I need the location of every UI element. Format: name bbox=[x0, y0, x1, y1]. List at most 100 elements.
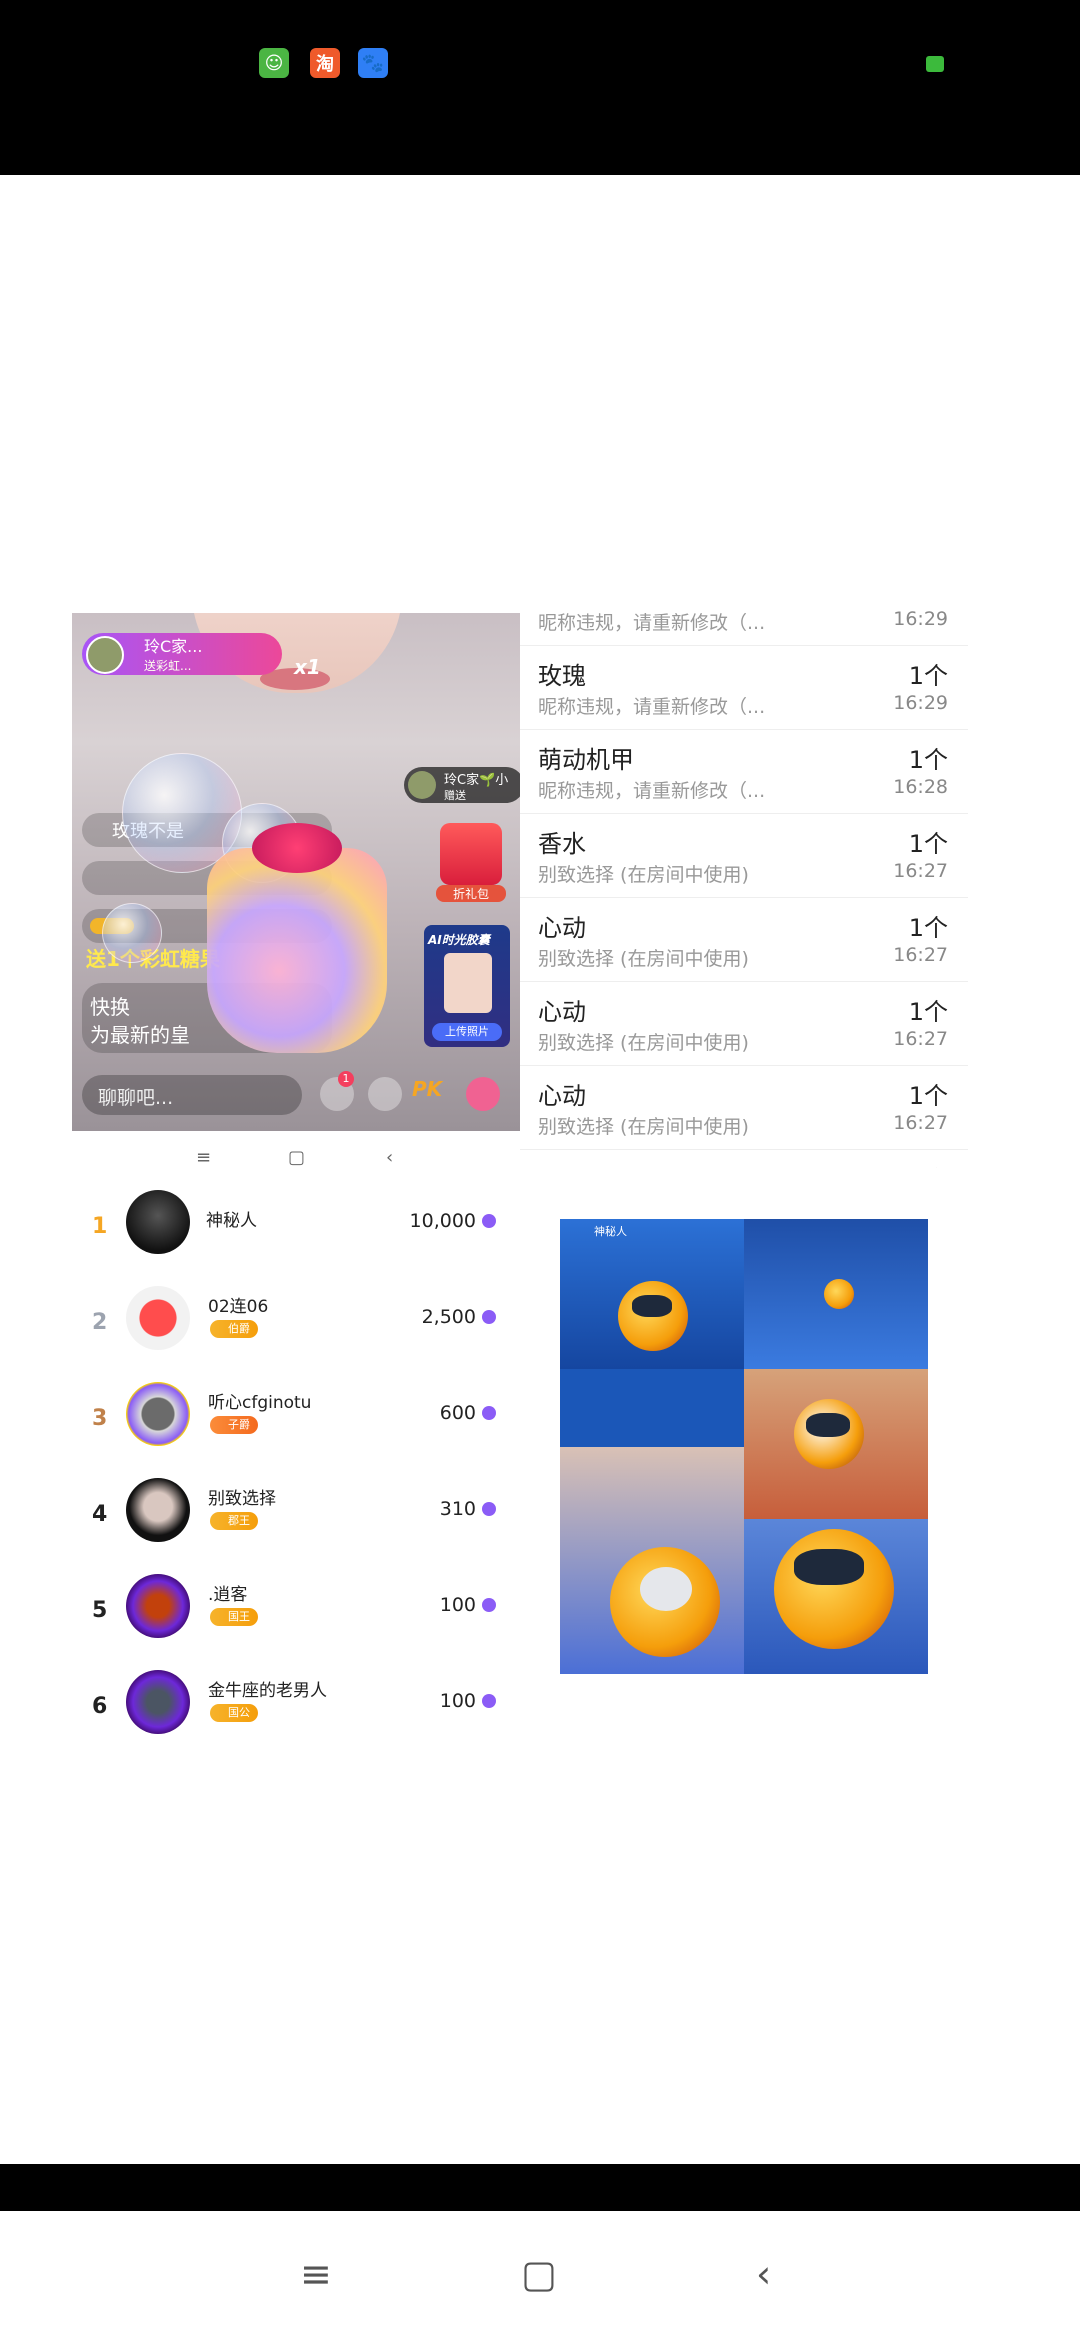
avatar bbox=[126, 1478, 190, 1542]
rank-badge: 郡王 bbox=[210, 1512, 258, 1530]
gift-name: 香水 bbox=[538, 830, 586, 858]
rank-number: 5 bbox=[92, 1598, 108, 1623]
gift-description: 送彩虹... bbox=[144, 659, 192, 673]
back-icon[interactable]: ‹ bbox=[756, 2254, 771, 2294]
robot-image bbox=[774, 1529, 894, 1649]
rank-badge: 国公 bbox=[210, 1704, 258, 1722]
list-item[interactable]: 昵称违规，请重新修改（... 16:29 bbox=[520, 608, 968, 646]
gift-multiplier: x1 bbox=[294, 655, 321, 679]
gem-icon bbox=[482, 1214, 496, 1228]
list-item[interactable]: 萌动机甲 昵称违规，请重新修改（... 1个 16:28 bbox=[520, 730, 968, 814]
record-time: 16:27 bbox=[893, 860, 948, 882]
home-icon[interactable]: ▢ bbox=[521, 2254, 557, 2294]
candy-bow bbox=[252, 823, 342, 873]
gift-count: 1个 bbox=[908, 914, 948, 942]
taobao-icon: 淘 bbox=[310, 48, 340, 78]
bubble-effect bbox=[102, 903, 162, 963]
rank-score: 310 bbox=[439, 1498, 476, 1520]
collage-tile bbox=[744, 1519, 928, 1674]
gift-name: 心动 bbox=[538, 1082, 586, 1110]
gift-name: 心动 bbox=[538, 914, 586, 942]
rank-username: 02连06 bbox=[208, 1297, 269, 1317]
gift-name: 萌动机甲 bbox=[538, 746, 634, 774]
list-item[interactable]: 心动 别致选择 (在房间中使用) 1个 16:27 bbox=[520, 1066, 968, 1150]
record-subtitle: 昵称违规，请重新修改（... bbox=[538, 612, 766, 634]
robot-visor bbox=[806, 1413, 850, 1437]
list-item[interactable]: 心动 别致选择 (在房间中使用) 1个 16:27 bbox=[520, 898, 968, 982]
rank-score: 100 bbox=[439, 1594, 476, 1616]
list-item[interactable]: 心动 别致选择 (在房间中使用) 1个 16:27 bbox=[520, 982, 968, 1066]
gift-count: 1个 bbox=[908, 830, 948, 858]
mini-home-icon: ▢ bbox=[288, 1147, 306, 1168]
avatar bbox=[126, 1286, 190, 1350]
rank-score: 10,000 bbox=[409, 1210, 476, 1232]
ai-card-title: AI时光胶囊 bbox=[428, 933, 490, 947]
rank-username: 别致选择 bbox=[208, 1489, 276, 1509]
avatar bbox=[126, 1574, 190, 1638]
rank-score: 600 bbox=[439, 1402, 476, 1424]
gift-count: 1个 bbox=[908, 998, 948, 1026]
robot-visor bbox=[794, 1549, 864, 1585]
chat-message-text: 为最新的皇 bbox=[90, 1023, 190, 1047]
list-item[interactable]: 心动 1个 bbox=[520, 1150, 968, 1168]
rank-row[interactable]: 6 金牛座的老男人 国公 100 bbox=[72, 1666, 512, 1762]
app-green-icon: ☺ bbox=[259, 48, 289, 78]
chat-input-placeholder: 聊聊吧... bbox=[98, 1087, 174, 1109]
record-time: 16:28 bbox=[893, 776, 948, 798]
rank-number: 2 bbox=[92, 1310, 108, 1335]
avatar bbox=[126, 1190, 190, 1254]
avatar bbox=[126, 1670, 190, 1734]
collage-tile bbox=[744, 1369, 928, 1519]
gift-count: 1个 bbox=[908, 662, 948, 690]
gift-box-icon[interactable] bbox=[440, 823, 502, 885]
rank-number: 3 bbox=[92, 1406, 108, 1431]
gift-name: 心动 bbox=[538, 1160, 586, 1168]
gift-name: 心动 bbox=[538, 998, 586, 1026]
robot-image bbox=[824, 1279, 854, 1309]
collage-tile bbox=[560, 1447, 744, 1674]
gift-box-label: 折礼包 bbox=[436, 885, 506, 902]
gift-count: 1个 bbox=[908, 746, 948, 774]
gift-notice-sub: 赠送 bbox=[444, 789, 466, 802]
rank-row[interactable]: 1 神秘人 10,000 bbox=[72, 1186, 512, 1282]
pk-button[interactable]: PK bbox=[412, 1077, 446, 1111]
record-subtitle: 别致选择 (在房间中使用) bbox=[538, 948, 749, 970]
record-time: 16:27 bbox=[893, 1112, 948, 1134]
avatar bbox=[126, 1382, 190, 1446]
record-subtitle: 昵称违规，请重新修改（... bbox=[538, 696, 766, 718]
rank-username: 金牛座的老男人 bbox=[208, 1681, 327, 1701]
message-icon[interactable] bbox=[368, 1077, 402, 1111]
gem-icon bbox=[482, 1502, 496, 1516]
gift-count: 1个 bbox=[909, 1160, 948, 1168]
gift-sender-avatar bbox=[86, 636, 124, 674]
rank-username: .逍客 bbox=[208, 1585, 248, 1605]
live-room-screenshot: 玲C家... 送彩虹... x1 玫瑰不是 送1个彩虹糖果 快换 为最新的皇 玲… bbox=[72, 613, 520, 1131]
collage-tile: 神秘人 bbox=[560, 1219, 744, 1369]
rank-badge: 伯爵 bbox=[210, 1320, 258, 1338]
nav-divider-strip bbox=[0, 2164, 1080, 2211]
gift-notice-name: 玲C家🌱小 bbox=[444, 773, 509, 788]
baidu-icon: 🐾 bbox=[358, 48, 388, 78]
rank-row[interactable]: 4 别致选择 郡王 310 bbox=[72, 1474, 512, 1570]
record-time: 16:29 bbox=[893, 608, 948, 630]
robot-game-collage: 神秘人 bbox=[560, 1219, 928, 1674]
record-subtitle: 别致选择 (在房间中使用) bbox=[538, 864, 749, 886]
rank-row[interactable]: 3 听心cfginotu 子爵 600 bbox=[72, 1378, 512, 1474]
collage-tile bbox=[744, 1219, 928, 1369]
mini-back-icon: ‹ bbox=[386, 1147, 394, 1168]
list-item[interactable]: 玫瑰 昵称违规，请重新修改（... 1个 16:29 bbox=[520, 646, 968, 730]
rank-score: 2,500 bbox=[421, 1306, 476, 1328]
rank-row[interactable]: 2 02连06 伯爵 2,500 bbox=[72, 1282, 512, 1378]
rank-username: 神秘人 bbox=[206, 1211, 257, 1231]
gift-record-list: 昵称违规，请重新修改（... 16:29 玫瑰 昵称违规，请重新修改（... 1… bbox=[520, 608, 968, 1168]
gift-icon[interactable] bbox=[466, 1077, 500, 1111]
rank-number: 1 bbox=[92, 1214, 108, 1239]
rank-row[interactable]: 5 .逍客 国王 100 bbox=[72, 1570, 512, 1666]
candy-gift-animation bbox=[207, 848, 387, 1053]
upload-photo-button[interactable]: 上传照片 bbox=[432, 1023, 502, 1041]
list-item[interactable]: 香水 别致选择 (在房间中使用) 1个 16:27 bbox=[520, 814, 968, 898]
menu-icon[interactable]: ≡ bbox=[300, 2254, 332, 2294]
notification-badge: 1 bbox=[338, 1071, 354, 1087]
rank-username: 听心cfginotu bbox=[208, 1393, 312, 1413]
record-time: 16:29 bbox=[893, 692, 948, 714]
